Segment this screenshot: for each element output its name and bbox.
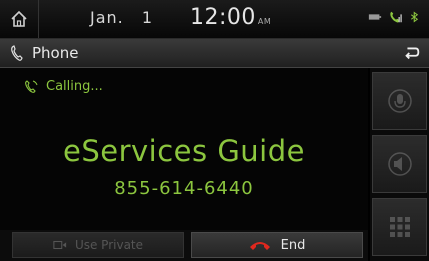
end-call-label: End [280,237,306,253]
clock-time: 12:00 [190,5,256,30]
phone-icon [11,45,23,61]
volume-button[interactable] [372,135,427,193]
dial-pad-button[interactable] [372,198,427,256]
status-icons [367,9,423,25]
call-action-bar: Use Private End [0,230,368,261]
use-private-label: Use Private [74,238,144,252]
use-private-button[interactable]: Use Private [12,232,184,258]
page-title: Phone [32,44,79,62]
home-button[interactable] [0,0,39,38]
status-bar: Jan. 1 12:00 AM [0,0,429,39]
mute-button[interactable] [372,72,427,130]
back-icon [405,47,420,60]
back-button[interactable] [401,42,423,64]
status-date: Jan. 1 [90,8,154,27]
call-status: Calling... [24,79,103,94]
caller-number: 855-614-6440 [114,178,254,199]
calling-icon [25,79,38,93]
call-status-text: Calling... [46,79,103,94]
speaker-icon [387,152,412,176]
clock-ampm: AM [257,17,272,26]
battery-icon [367,9,383,25]
end-call-button[interactable]: End [191,232,363,258]
microphone-icon [387,89,412,113]
handset-icon [53,240,67,250]
keypad-icon [389,217,410,237]
end-call-icon [249,242,270,250]
status-clock: 12:00 AM [190,5,271,30]
home-icon [11,10,27,27]
call-control-panel [370,68,429,261]
bluetooth-signal-icon [407,9,423,25]
call-screen: Calling... eServices Guide 855-614-6440 [0,68,368,230]
caller-name: eServices Guide [62,134,305,168]
call-signal-icon [387,9,403,25]
title-bar: Phone [0,39,429,68]
